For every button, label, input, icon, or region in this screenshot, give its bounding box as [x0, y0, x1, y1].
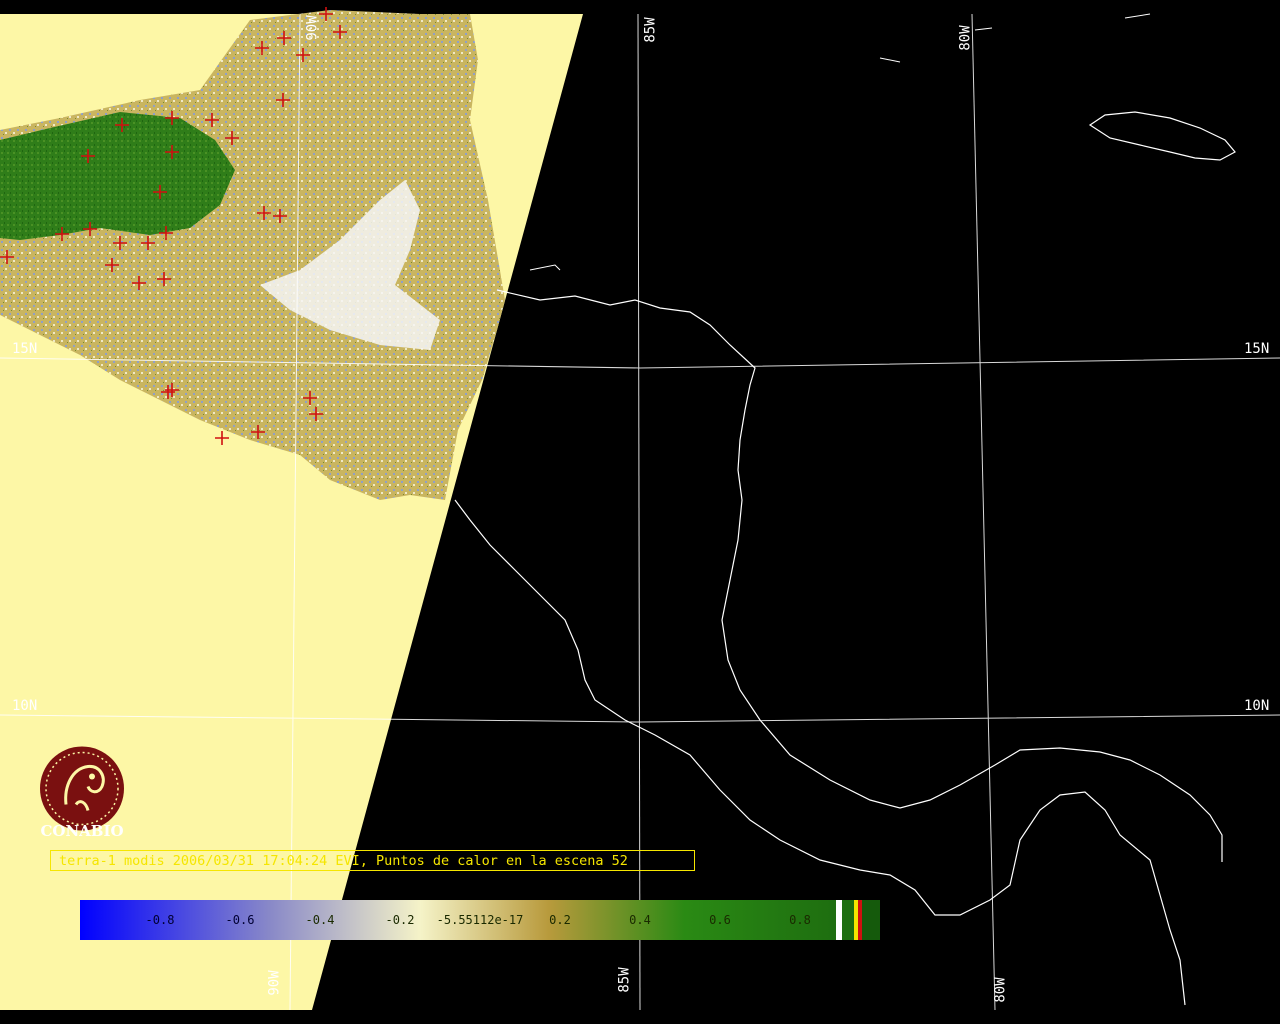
colorbar-swatch-red — [858, 900, 862, 940]
lon-label-80w-top: 80W — [957, 25, 974, 51]
colorbar-tick-label: -0.6 — [226, 913, 255, 927]
island-jamaica — [1088, 111, 1236, 161]
small-island — [974, 27, 993, 31]
lat-label-10n-left: 10N — [12, 698, 38, 714]
colorbar-tick-label: -0.8 — [146, 913, 175, 927]
colorbar-tick-label: 0.4 — [629, 913, 651, 927]
colorbar-swatch-darkgreen — [862, 900, 880, 940]
colorbar-tick-label: -0.2 — [386, 913, 415, 927]
scene-caption: terra-1 modis 2006/03/31 17:04:24 EVI, P… — [50, 850, 695, 871]
lon-label-90w-top: 90W — [304, 15, 321, 41]
lon-label-85w-bottom: 85W — [616, 967, 633, 993]
colorbar-swatch-yellow — [854, 900, 858, 940]
conabio-logo-text: CONABIO — [40, 822, 124, 840]
colorbar-tick-label: 0.6 — [709, 913, 731, 927]
meridian-80w — [971, 13, 996, 1011]
coastline — [454, 289, 1223, 1006]
lat-label-10n-right: 10N — [1244, 698, 1270, 714]
lon-label-90w-bottom: 90W — [266, 970, 283, 996]
colorbar-tick-label: -5.55112e-17 — [437, 913, 524, 927]
small-island — [879, 57, 901, 63]
small-island — [529, 264, 561, 271]
colorbar-swatch-white — [836, 900, 842, 940]
lon-label-85w-top: 85W — [642, 17, 659, 43]
lon-label-80w-bottom: 80W — [992, 977, 1009, 1003]
colorbar-tick-label: 0.8 — [789, 913, 811, 927]
lat-label-15n-right: 15N — [1244, 341, 1270, 357]
colorbar-tick-label: 0.2 — [549, 913, 571, 927]
small-island — [1124, 13, 1151, 19]
colorbar-tick-label: -0.4 — [306, 913, 335, 927]
lat-label-15n-left: 15N — [12, 341, 38, 357]
colorbar-swatch-green — [842, 900, 854, 940]
evi-colorbar: -0.8 -0.6 -0.4 -0.2 -5.55112e-17 0.2 0.4 0.6 0.8 — [80, 900, 880, 940]
